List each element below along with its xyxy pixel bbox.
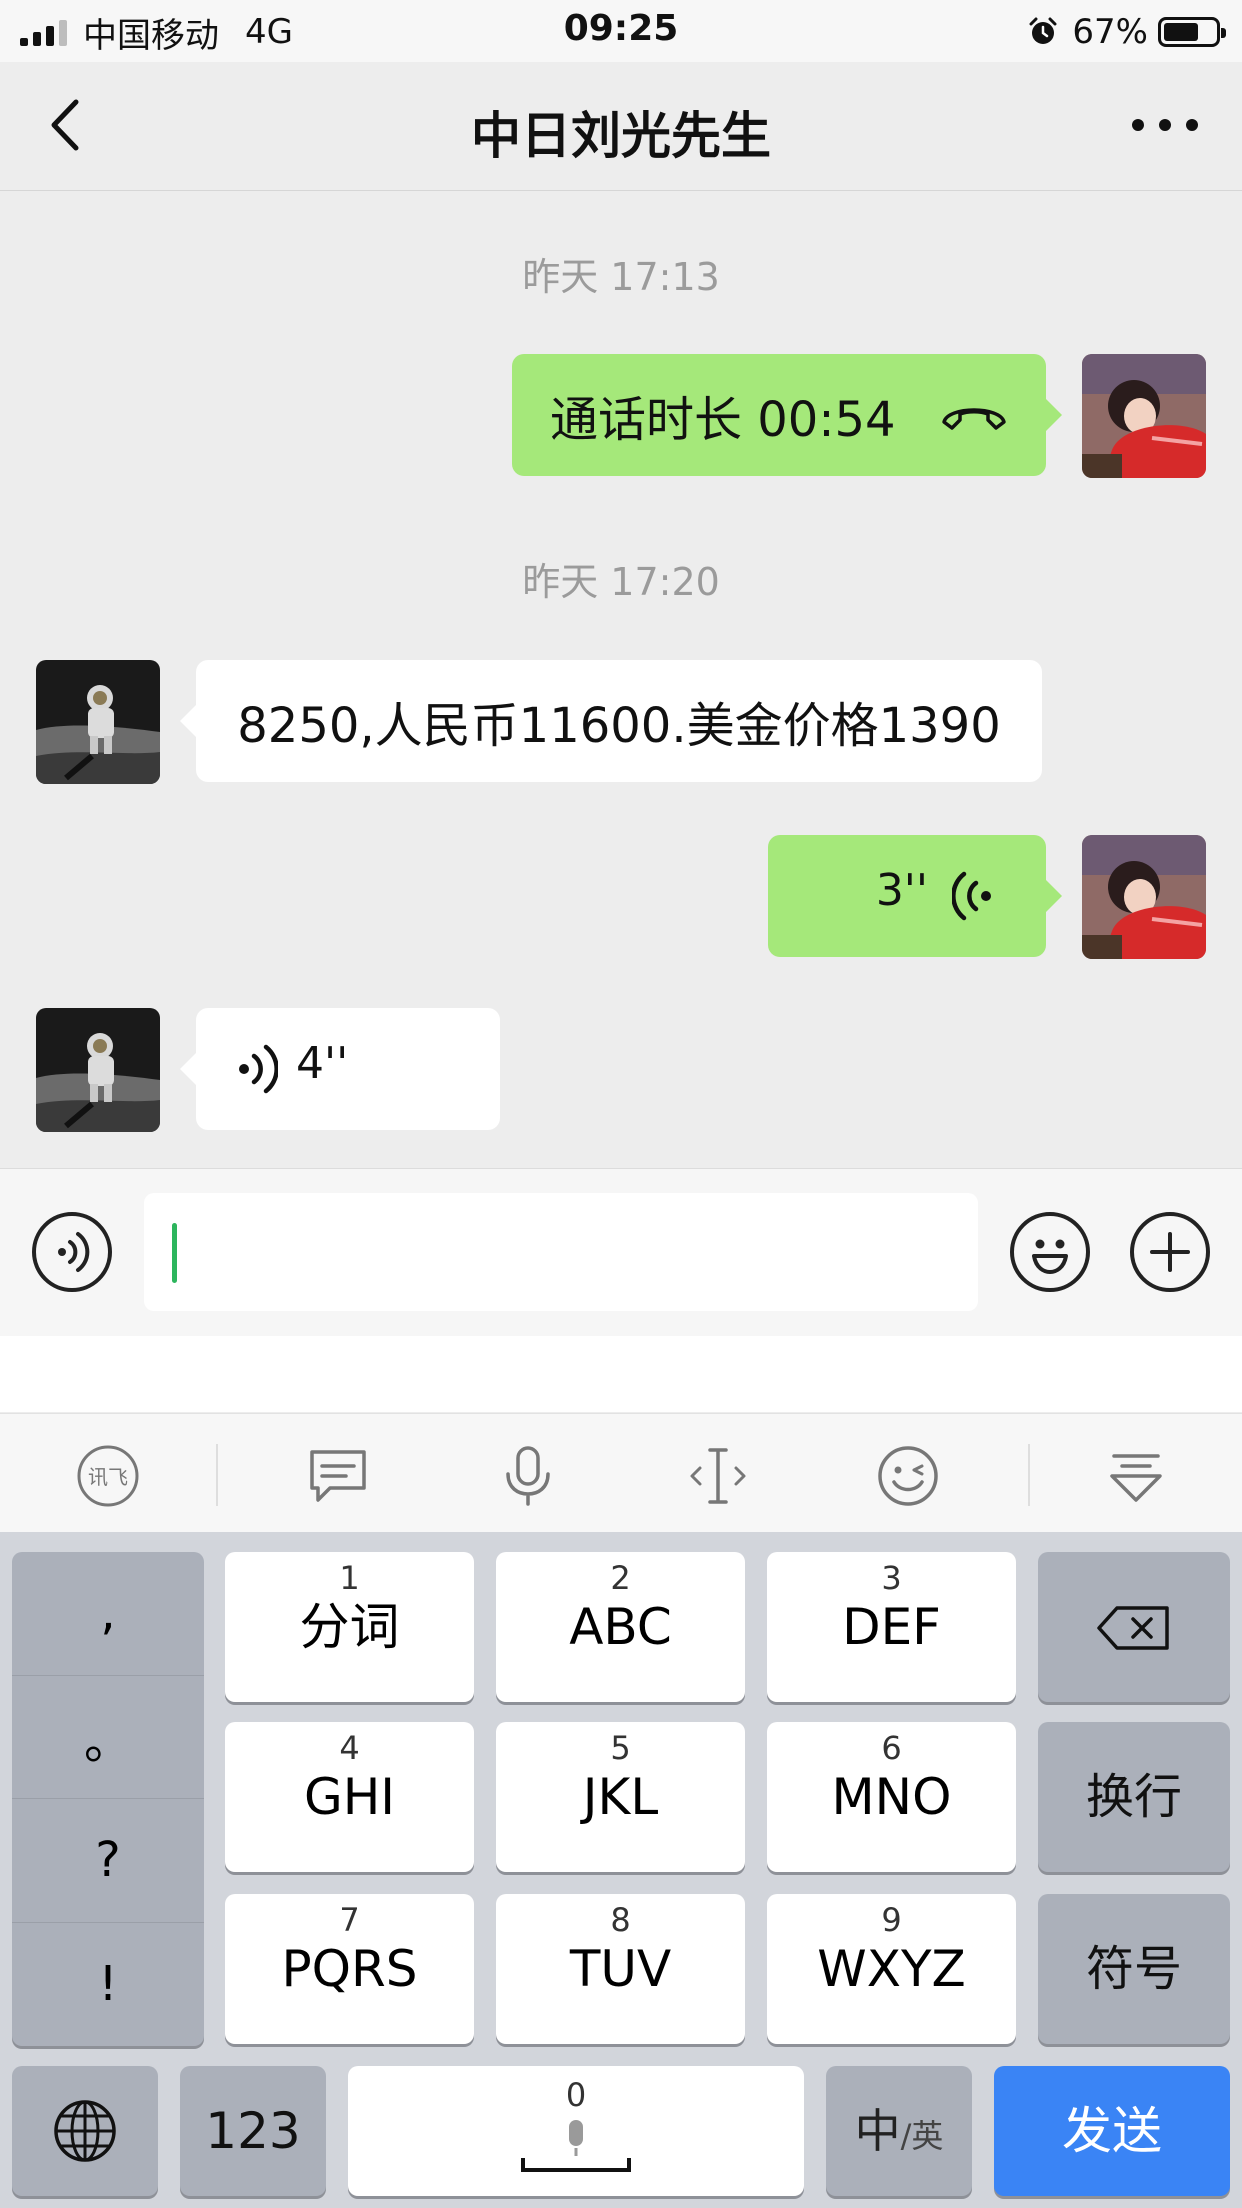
key-period[interactable]: 。 (12, 1676, 204, 1799)
key-8[interactable]: 8 TUV (496, 1894, 745, 2044)
cursor-move-icon[interactable] (686, 1444, 750, 1508)
key-exclamation[interactable]: ! (12, 1923, 204, 2047)
more-functions-button[interactable] (1130, 1212, 1210, 1292)
key-4[interactable]: 4 GHI (225, 1722, 474, 1872)
emoji-button[interactable] (1010, 1212, 1090, 1292)
key-5[interactable]: 5 JKL (496, 1722, 745, 1872)
message-text: 8250,人民币11600.美金价格1390 (237, 698, 1001, 754)
voice-message-bubble[interactable]: 4'' (180, 1008, 500, 1130)
timestamp: 昨天 17:13 (522, 255, 720, 299)
key-2[interactable]: 2 ABC (496, 1552, 745, 1702)
microphone-icon[interactable] (496, 1444, 560, 1508)
hide-keyboard-icon[interactable] (1104, 1444, 1168, 1508)
key-question[interactable]: ? (12, 1799, 204, 1923)
voice-duration: 3'' (875, 865, 928, 916)
key-number: 3 (881, 1559, 902, 1597)
voice-wave-icon (952, 871, 991, 921)
key-number: 2 (610, 1559, 631, 1597)
voice-toggle-icon (58, 1232, 90, 1272)
message-input[interactable] (144, 1193, 978, 1311)
symbols-key[interactable]: 符号 (1038, 1894, 1230, 2044)
language-switch-key[interactable]: 中/英 (826, 2066, 972, 2196)
key-6[interactable]: 6 MNO (767, 1722, 1016, 1872)
key-number: 8 (610, 1901, 631, 1939)
key-label: TUV (569, 1940, 672, 1998)
battery-percent: 67% (1072, 12, 1148, 52)
numbers-key[interactable]: 123 (180, 2066, 326, 2196)
key-label: PQRS (281, 1940, 418, 1998)
my-avatar[interactable] (1082, 835, 1206, 959)
input-bar (0, 1168, 1242, 1337)
nav-bar: 中日刘光先生 (0, 62, 1242, 191)
key-number: 6 (881, 1729, 902, 1767)
wink-emoji-icon[interactable] (876, 1444, 940, 1508)
punctuation-column: , 。 ? ! (12, 1552, 204, 2046)
key-9[interactable]: 9 WXYZ (767, 1894, 1016, 2044)
status-bar: 中国移动 4G 09:25 67% (0, 0, 1242, 62)
phone-hangup-icon (942, 408, 1006, 430)
space-key[interactable]: 0 (348, 2066, 804, 2196)
voice-input-button[interactable] (32, 1212, 112, 1292)
globe-icon (54, 2100, 116, 2162)
key-number: 7 (339, 1901, 360, 1939)
key-number: 5 (610, 1729, 631, 1767)
lang-alt: /英 (900, 2117, 944, 2155)
key-3[interactable]: 3 DEF (767, 1552, 1016, 1702)
toolbar-divider (1028, 1444, 1030, 1506)
key-number: 4 (339, 1729, 360, 1767)
key-7[interactable]: 7 PQRS (225, 1894, 474, 2044)
key-comma[interactable]: , (12, 1552, 204, 1676)
ifly-logo-icon[interactable]: 讯飞 (76, 1444, 140, 1508)
candidate-area (0, 1336, 1242, 1412)
battery-icon (1158, 17, 1226, 47)
toolbar-divider (216, 1444, 218, 1506)
lang-main: 中 (854, 2104, 901, 2158)
more-icon[interactable] (1128, 100, 1202, 150)
key-number: 1 (339, 1559, 360, 1597)
globe-key[interactable] (12, 2066, 158, 2196)
newline-key[interactable]: 换行 (1038, 1722, 1230, 1872)
voice-message-bubble[interactable]: 3'' (768, 835, 1062, 957)
status-right: 67% (1028, 10, 1226, 54)
timestamp: 昨天 17:20 (522, 560, 720, 604)
quick-phrase-icon[interactable] (306, 1444, 370, 1508)
key-label: MNO (831, 1768, 952, 1826)
keyboard: , 。 ? ! 1 分词 2 ABC 3 DEF 4 GHI 5 JKL 6 M… (0, 1532, 1242, 2208)
voice-wave-icon (239, 1044, 278, 1094)
key-number: 0 (565, 2076, 587, 2114)
chat-title: 中日刘光先生 (471, 107, 771, 165)
svg-text:讯飞: 讯飞 (88, 1465, 128, 1489)
smiley-icon (1032, 1239, 1068, 1274)
send-key[interactable]: 发送 (994, 2066, 1230, 2196)
contact-avatar[interactable] (36, 1008, 160, 1132)
plus-icon (1150, 1232, 1190, 1272)
key-label: ABC (569, 1598, 672, 1656)
voice-duration: 4'' (296, 1038, 349, 1089)
key-label: 分词 (299, 1598, 400, 1656)
key-label: GHI (303, 1768, 396, 1826)
key-label: DEF (842, 1598, 941, 1656)
contact-avatar[interactable] (36, 660, 160, 784)
my-avatar[interactable] (1082, 354, 1206, 478)
text-message-bubble[interactable]: 8250,人民币11600.美金价格1390 (180, 660, 1042, 782)
call-duration-text: 通话时长 00:54 (550, 392, 896, 448)
key-1[interactable]: 1 分词 (225, 1552, 474, 1702)
backspace-icon (1097, 1606, 1169, 1650)
key-number: 9 (881, 1901, 902, 1939)
space-mic-icon (521, 2120, 631, 2172)
alarm-icon (1029, 17, 1057, 44)
backspace-key[interactable] (1038, 1552, 1230, 1702)
key-label: WXYZ (817, 1940, 966, 1998)
call-record-bubble[interactable]: 通话时长 00:54 (512, 354, 1062, 476)
keyboard-toolbar: 讯飞 (0, 1413, 1242, 1532)
text-cursor (172, 1223, 177, 1283)
key-label: JKL (582, 1768, 659, 1826)
